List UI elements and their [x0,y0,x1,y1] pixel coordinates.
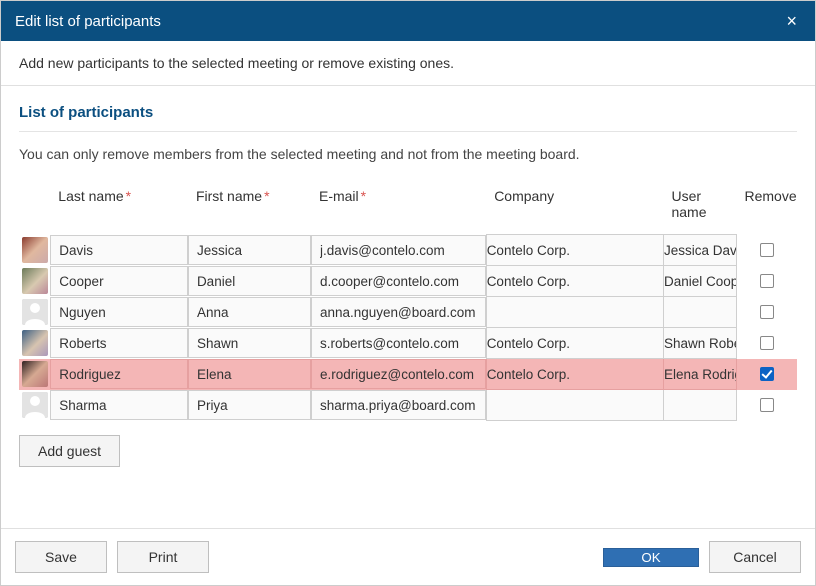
required-marker: * [126,188,131,204]
col-user-name: User name [663,180,736,235]
last-name-input[interactable] [50,359,188,389]
user-name-cell: Jessica Davis [663,235,736,266]
avatar-cell [19,235,50,266]
dialog-edit-participants: Edit list of participants × Add new part… [0,0,816,586]
user-name-cell: Shawn Roberts [663,328,736,359]
required-marker: * [264,188,269,204]
company-cell: Contelo Corp. [486,266,663,297]
avatar [22,361,48,387]
table-row [19,297,797,328]
first-name-input[interactable] [188,359,311,389]
participants-table: Last name* First name* E-mail* Company U… [19,180,797,421]
close-icon[interactable]: × [782,12,801,30]
dialog-body: List of participants You can only remove… [1,86,815,528]
section-title: List of participants [19,104,797,132]
avatar-cell [19,359,50,390]
col-email: E-mail* [311,180,486,235]
company-cell [486,297,663,328]
user-name-cell: Elena Rodriguez [663,359,736,390]
avatar-cell [19,266,50,297]
table-row: Contelo Corp.Daniel Cooper [19,266,797,297]
company-cell [486,390,663,421]
col-last-name: Last name* [50,180,188,235]
dialog-footer: Save Print OK Cancel [1,528,815,585]
title-bar: Edit list of participants × [1,1,815,41]
ok-button[interactable]: OK [603,548,699,567]
dialog-title: Edit list of participants [15,13,161,30]
first-name-input[interactable] [188,328,311,358]
table-row: Contelo Corp.Jessica Davis [19,235,797,266]
avatar [22,237,48,263]
table-row [19,390,797,421]
email-input[interactable] [311,266,486,296]
add-guest-button[interactable]: Add guest [19,435,120,467]
avatar-cell [19,328,50,359]
required-marker: * [361,188,366,204]
cancel-button[interactable]: Cancel [709,541,801,573]
avatar-placeholder-icon [22,299,48,325]
email-input[interactable] [311,390,486,420]
last-name-input[interactable] [50,266,188,296]
avatar-cell [19,297,50,328]
remove-checkbox[interactable] [760,398,774,412]
user-name-cell [663,297,736,328]
col-first-name: First name* [188,180,311,235]
col-remove: Remove [736,180,797,235]
first-name-input[interactable] [188,235,311,265]
col-company: Company [486,180,663,235]
remove-checkbox[interactable] [760,336,774,350]
first-name-input[interactable] [188,390,311,420]
hint-text: You can only remove members from the sel… [19,146,797,162]
last-name-input[interactable] [50,328,188,358]
dialog-subtitle: Add new participants to the selected mee… [1,41,815,86]
avatar-cell [19,390,50,421]
email-input[interactable] [311,297,486,327]
first-name-input[interactable] [188,266,311,296]
first-name-input[interactable] [188,297,311,327]
remove-checkbox[interactable] [760,274,774,288]
email-input[interactable] [311,235,486,265]
email-input[interactable] [311,359,486,389]
remove-checkbox[interactable] [760,243,774,257]
table-header-row: Last name* First name* E-mail* Company U… [19,180,797,235]
company-cell: Contelo Corp. [486,328,663,359]
table-row: Contelo Corp.Elena Rodriguez [19,359,797,390]
save-button[interactable]: Save [15,541,107,573]
company-cell: Contelo Corp. [486,359,663,390]
last-name-input[interactable] [50,235,188,265]
print-button[interactable]: Print [117,541,209,573]
avatar-placeholder-icon [22,392,48,418]
last-name-input[interactable] [50,390,188,420]
table-row: Contelo Corp.Shawn Roberts [19,328,797,359]
remove-checkbox[interactable] [760,367,774,381]
avatar [22,268,48,294]
company-cell: Contelo Corp. [486,235,663,266]
user-name-cell [663,390,736,421]
avatar [22,330,48,356]
email-input[interactable] [311,328,486,358]
remove-checkbox[interactable] [760,305,774,319]
last-name-input[interactable] [50,297,188,327]
user-name-cell: Daniel Cooper [663,266,736,297]
